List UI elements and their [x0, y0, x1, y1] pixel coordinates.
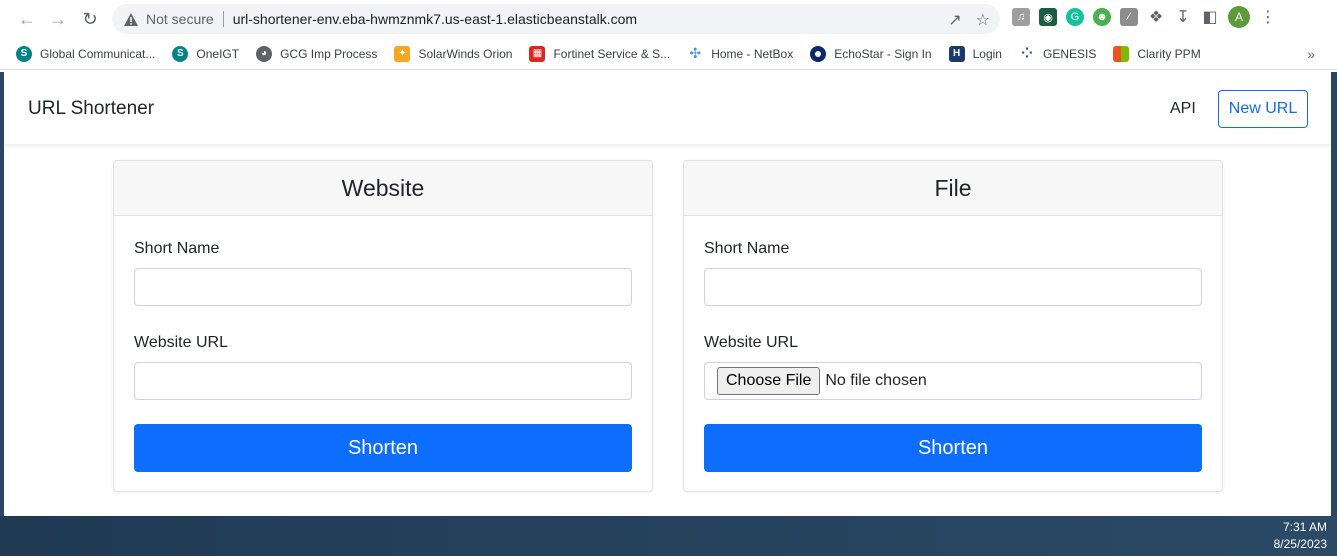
website-url-input[interactable]	[134, 362, 632, 400]
warning-icon	[124, 12, 138, 26]
profile-avatar[interactable]: A	[1228, 6, 1250, 28]
app-navbar: URL Shortener API New URL	[4, 72, 1331, 144]
fortinet-icon: ▦	[529, 45, 546, 62]
extensions-puzzle-icon[interactable]: ❖	[1147, 8, 1165, 26]
website-card: Website Short Name Website URL Shorten	[113, 160, 653, 492]
short-name-label: Short Name	[134, 240, 220, 257]
address-bar[interactable]: Not secure url-shortener-env.eba-hwmznmk…	[112, 4, 1000, 34]
file-card: File Short Name Website URL Choose File …	[683, 160, 1223, 492]
security-label[interactable]: Not secure	[146, 11, 214, 27]
solarwinds-icon: ✦	[394, 45, 411, 62]
login-icon: H	[948, 45, 965, 62]
os-taskbar: 7:31 AM 8/25/2023	[0, 516, 1337, 556]
bookmark-oneigt[interactable]: S OneIGT	[172, 45, 239, 62]
brand-title[interactable]: URL Shortener	[28, 98, 154, 120]
new-url-button[interactable]: New URL	[1218, 90, 1308, 128]
bookmark-clarity-ppm[interactable]: Clarity PPM	[1113, 45, 1201, 62]
bookmarks-bar: S Global Communicat... S OneIGT ◕ GCG Imp P…	[0, 38, 1337, 70]
api-link[interactable]: API	[1170, 100, 1196, 118]
choose-file-button[interactable]: Choose File	[717, 367, 821, 395]
forward-icon[interactable]: →	[43, 4, 73, 34]
clarity-icon	[1113, 45, 1130, 62]
file-url-label: Website URL	[704, 334, 798, 351]
file-input: Choose File No file chosen	[704, 362, 1202, 400]
bookmark-netbox[interactable]: ✣ Home - NetBox	[687, 45, 793, 62]
website-card-title: Website	[114, 161, 652, 216]
menu-kebab-icon[interactable]: ⋮	[1259, 8, 1277, 26]
extension-icon-4[interactable]: ☻	[1093, 8, 1111, 26]
share-icon[interactable]: ↗	[948, 10, 961, 30]
extension-icon-2[interactable]: ◉	[1039, 8, 1057, 26]
clock-date: 8/25/2023	[1273, 537, 1327, 551]
extensions-area: ♫ ◉ G ☻ ∕ ❖ ↧ ◧ A ⋮	[1012, 6, 1277, 28]
bookmark-global-communications[interactable]: S Global Communicat...	[16, 45, 155, 62]
url-text[interactable]: url-shortener-env.eba-hwmznmk7.us-east-1…	[233, 11, 637, 27]
bookmarks-overflow-icon[interactable]: »	[1307, 46, 1315, 62]
bookmark-gcg-imp-process[interactable]: ◕ GCG Imp Process	[256, 45, 377, 62]
file-status-text: No file chosen	[825, 372, 927, 389]
back-icon[interactable]: ←	[12, 4, 42, 34]
sharepoint-icon: S	[172, 45, 189, 62]
website-url-label: Website URL	[134, 334, 228, 351]
file-shorten-button[interactable]: Shorten	[704, 424, 1202, 472]
side-panel-icon[interactable]: ◧	[1201, 8, 1219, 26]
page-content: URL Shortener API New URL Website Short …	[4, 72, 1331, 516]
window-edge-right	[1331, 72, 1337, 516]
file-card-title: File	[684, 161, 1222, 216]
website-short-name-input[interactable]	[134, 268, 632, 306]
bookmark-fortinet[interactable]: ▦ Fortinet Service & S...	[529, 45, 670, 62]
website-shorten-button[interactable]: Shorten	[134, 424, 632, 472]
browser-toolbar: ← → ↻ Not secure url-shortener-env.eba-h…	[0, 0, 1337, 38]
clock-time: 7:31 AM	[1282, 520, 1327, 534]
bookmark-genesis[interactable]: ⁘ GENESIS	[1019, 45, 1096, 62]
grammarly-icon[interactable]: G	[1066, 8, 1084, 26]
reload-icon[interactable]: ↻	[75, 4, 105, 34]
bookmark-solarwinds-orion[interactable]: ✦ SolarWinds Orion	[394, 45, 512, 62]
globe-icon: ◕	[256, 45, 273, 62]
extension-icon-5[interactable]: ∕	[1120, 8, 1138, 26]
genesis-icon: ⁘	[1021, 45, 1033, 61]
file-short-name-label: Short Name	[704, 240, 790, 257]
address-divider	[222, 11, 224, 27]
bookmark-star-icon[interactable]: ☆	[976, 10, 990, 30]
file-short-name-input[interactable]	[704, 268, 1202, 306]
extension-icon-1[interactable]: ♫	[1012, 8, 1030, 26]
download-icon[interactable]: ↧	[1174, 8, 1192, 26]
bookmark-login[interactable]: H Login	[948, 45, 1002, 62]
echostar-icon	[810, 45, 827, 62]
sharepoint-icon: S	[16, 45, 32, 62]
system-clock[interactable]: 7:31 AM 8/25/2023	[1274, 519, 1327, 553]
bookmark-echostar[interactable]: EchoStar - Sign In	[810, 45, 932, 62]
netbox-icon: ✣	[689, 45, 702, 61]
